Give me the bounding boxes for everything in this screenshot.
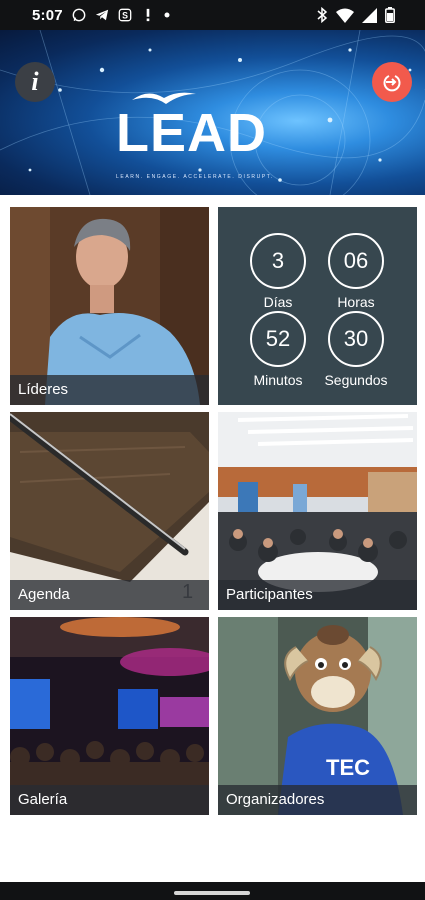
whatsapp-icon: [72, 8, 86, 22]
system-nav-bar: [0, 882, 425, 900]
bluetooth-icon: [317, 7, 328, 23]
wifi-icon: [336, 8, 354, 23]
hours-value: 06: [328, 233, 384, 289]
seconds-value: 30: [328, 311, 384, 367]
tile-caption: Agenda: [10, 580, 209, 610]
mascot-shirt-text: TEC: [326, 755, 370, 780]
tile-organizadores[interactable]: TEC Organizadores: [218, 617, 417, 815]
days-value: 3: [250, 233, 306, 289]
seconds-label: Segundos: [324, 372, 388, 388]
tile-galeria[interactable]: Galería: [10, 617, 209, 815]
minutes-value: 52: [250, 311, 306, 367]
tile-agenda[interactable]: 1 Agenda: [10, 412, 209, 610]
telegram-icon: [95, 9, 108, 21]
countdown-days: 3 Días: [238, 233, 318, 310]
header-banner: i LEAD LEARN. ENGAGE. ACCELERATE. DISRUP…: [0, 30, 425, 195]
countdown-hours: 06 Horas: [316, 233, 396, 310]
s-app-icon: S: [118, 8, 132, 22]
logo-text: LEAD: [116, 103, 267, 163]
countdown-minutes: 52 Minutos: [238, 311, 318, 388]
days-label: Días: [263, 294, 293, 310]
exclamation-icon: [146, 8, 150, 22]
tile-participantes[interactable]: Participantes: [218, 412, 417, 610]
svg-text:S: S: [122, 11, 128, 21]
countdown-panel: 3 Días 06 Horas 52 Minutos 30 Segundos: [218, 207, 417, 405]
info-button[interactable]: i: [15, 62, 55, 102]
tile-caption: Organizadores: [218, 785, 417, 815]
tile-caption: Líderes: [10, 375, 209, 405]
minutes-label: Minutos: [253, 372, 303, 388]
logo-tagline: LEARN. ENGAGE. ACCELERATE. DISRUPT.: [116, 174, 274, 180]
hours-label: Horas: [337, 294, 375, 310]
signal-icon: [362, 7, 377, 23]
logout-icon: [383, 75, 401, 92]
status-bar: 5:07 S: [0, 0, 425, 30]
countdown-seconds: 30 Segundos: [316, 311, 396, 388]
dot-icon: [164, 12, 170, 18]
tile-caption: Galería: [10, 785, 209, 815]
tile-caption: Participantes: [218, 580, 417, 610]
lead-logo: LEAD LEARN. ENGAGE. ACCELERATE. DISRUPT.: [116, 88, 316, 188]
tile-lideres[interactable]: Líderes: [10, 207, 209, 405]
status-time: 5:07: [32, 6, 63, 24]
home-handle[interactable]: [174, 891, 250, 895]
battery-icon: [385, 7, 395, 23]
logout-button[interactable]: [372, 62, 412, 102]
